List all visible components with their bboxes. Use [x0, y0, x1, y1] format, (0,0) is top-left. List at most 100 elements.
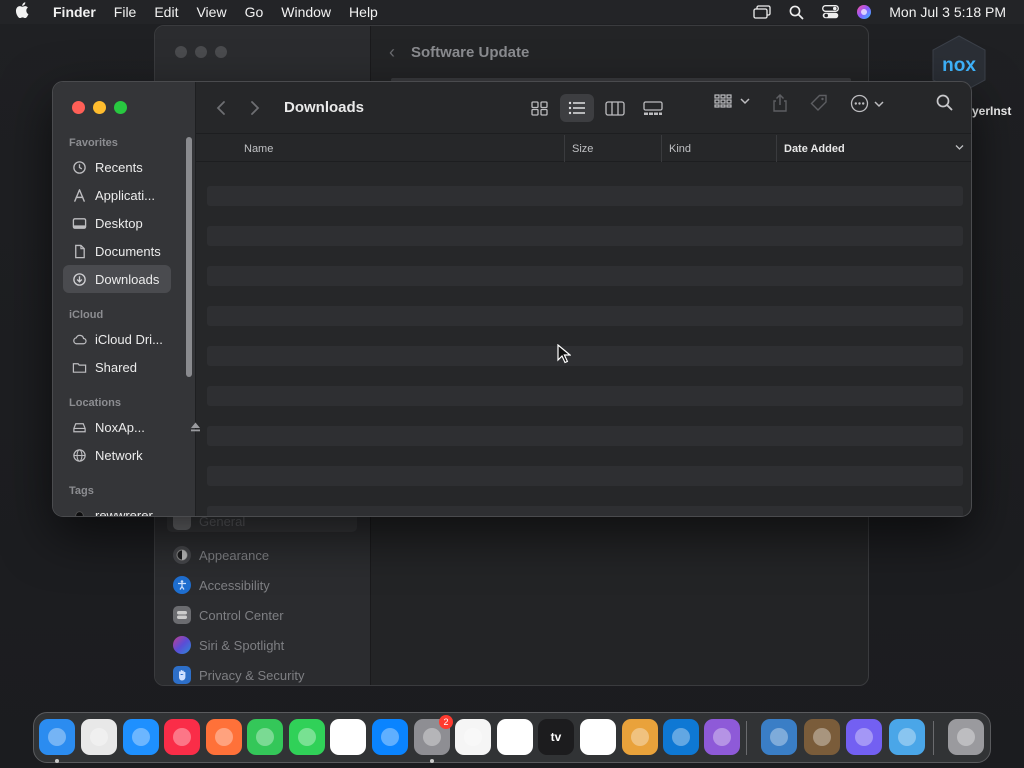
- search-button[interactable]: [936, 94, 953, 111]
- forward-button[interactable]: [238, 94, 272, 122]
- dock-app-firefox[interactable]: [206, 719, 242, 755]
- settings-item-label: Accessibility: [199, 577, 270, 593]
- sidebar-item-network[interactable]: Network: [63, 441, 171, 469]
- sidebar-scrollbar[interactable]: [186, 137, 192, 377]
- settings-item-siri-spotlight[interactable]: Siri & Spotlight: [167, 630, 357, 660]
- shared-folder-icon: [71, 359, 87, 375]
- dock-app-system-settings[interactable]: 2: [414, 715, 453, 755]
- settings-zoom-button[interactable]: [215, 46, 227, 58]
- siri-icon[interactable]: [847, 0, 881, 24]
- menu-view[interactable]: View: [187, 0, 235, 24]
- finder-sidebar: Favorites Recents Applicati... Desktop D…: [53, 82, 200, 516]
- spotlight-search-icon[interactable]: [779, 0, 813, 24]
- column-header-size[interactable]: Size: [564, 135, 593, 162]
- dock-app-trash[interactable]: [948, 719, 984, 755]
- dock-app-viber[interactable]: [846, 719, 882, 755]
- sidebar-item-tag[interactable]: rewwrerer: [63, 501, 171, 516]
- dock-app-visual-studio[interactable]: [704, 719, 740, 755]
- viber-icon: [855, 728, 873, 746]
- settings-minimize-button[interactable]: [195, 46, 207, 58]
- sidebar-item-desktop[interactable]: Desktop: [63, 209, 171, 237]
- sort-descending-chevron-icon: [955, 145, 964, 150]
- menu-file[interactable]: File: [105, 0, 146, 24]
- back-chevron-icon[interactable]: ‹: [389, 42, 395, 63]
- dock-app-finder[interactable]: [39, 719, 75, 755]
- back-button[interactable]: [204, 94, 238, 122]
- column-header-date-added[interactable]: Date Added: [776, 135, 971, 162]
- zoom-button[interactable]: [114, 101, 127, 114]
- empty-row-stripe: [207, 386, 963, 406]
- menu-help[interactable]: Help: [340, 0, 387, 24]
- dock-app-tv[interactable]: tv: [538, 719, 574, 755]
- settings-item-appearance[interactable]: Appearance: [167, 540, 357, 570]
- column-view-button[interactable]: [598, 94, 632, 122]
- dock-app-messages[interactable]: [247, 719, 283, 755]
- dock-app-news[interactable]: [580, 719, 616, 755]
- dock-app-launchpad[interactable]: [81, 719, 117, 755]
- search-icon: [936, 94, 953, 111]
- clock-icon: [506, 728, 524, 746]
- dock-app-virtualbox[interactable]: [761, 719, 797, 755]
- sidebar-item-downloads[interactable]: Downloads: [63, 265, 171, 293]
- settings-item-label: Appearance: [199, 547, 270, 563]
- tag-button[interactable]: [810, 94, 828, 112]
- minimize-button[interactable]: [93, 101, 106, 114]
- dock-app-textedit[interactable]: [455, 719, 491, 755]
- sidebar-item-shared[interactable]: Shared: [63, 353, 171, 381]
- sidebar-item-noxapp-volume[interactable]: NoxAp...: [63, 413, 200, 441]
- dock-app-safari[interactable]: [123, 719, 159, 755]
- cloud-icon: [71, 331, 87, 347]
- share-button[interactable]: [772, 94, 788, 112]
- settings-close-button[interactable]: [175, 46, 187, 58]
- menu-go[interactable]: Go: [236, 0, 273, 24]
- dock-app-facetime[interactable]: [289, 719, 325, 755]
- menu-window[interactable]: Window: [272, 0, 340, 24]
- eject-icon[interactable]: [190, 420, 201, 435]
- virtualbox-icon: [770, 728, 788, 746]
- dock-separator: [746, 721, 747, 755]
- control-center-icon[interactable]: [813, 0, 847, 24]
- dock-app-chrome[interactable]: [330, 719, 366, 755]
- gallery-view-button[interactable]: [636, 94, 670, 122]
- sidebar-item-label: Network: [95, 447, 143, 463]
- trash-icon: [957, 728, 975, 746]
- empty-row-stripe: [207, 426, 963, 446]
- sidebar-item-recents[interactable]: Recents: [63, 153, 171, 181]
- sidebar-section-tags: Tags: [69, 485, 94, 497]
- dock-app-music[interactable]: [164, 719, 200, 755]
- dock-app-installer[interactable]: [804, 719, 840, 755]
- notification-badge: 2: [439, 715, 453, 729]
- column-header-name[interactable]: Name: [237, 135, 273, 162]
- settings-item-control-center[interactable]: Control Center: [167, 600, 357, 630]
- dock-app-vs-code[interactable]: [663, 719, 699, 755]
- dock-app-garageband[interactable]: [622, 719, 658, 755]
- menu-app-name[interactable]: Finder: [44, 0, 105, 24]
- more-actions-button[interactable]: [850, 94, 884, 113]
- close-button[interactable]: [72, 101, 85, 114]
- sidebar-item-documents[interactable]: Documents: [63, 237, 171, 265]
- mouse-pointer-icon: [557, 343, 572, 369]
- control-center-icon: [173, 606, 191, 624]
- column-header-kind[interactable]: Kind: [661, 135, 691, 162]
- screen-mirroring-icon[interactable]: [745, 0, 779, 24]
- menu-edit[interactable]: Edit: [145, 0, 187, 24]
- download-icon: [71, 271, 87, 287]
- menu-bar-clock[interactable]: Mon Jul 3 5:18 PM: [881, 4, 1024, 20]
- settings-item-accessibility[interactable]: Accessibility: [167, 570, 357, 600]
- folder-title: Downloads: [284, 99, 365, 116]
- system-settings-icon: [423, 728, 441, 746]
- dock-app-app-store[interactable]: [372, 719, 408, 755]
- dock-app-clock[interactable]: [497, 719, 533, 755]
- sidebar-item-label: Shared: [95, 359, 137, 375]
- group-by-button[interactable]: [714, 94, 750, 108]
- apple-menu-icon[interactable]: [0, 1, 44, 23]
- view-mode-group: [522, 94, 670, 122]
- dock-app-downloads[interactable]: [889, 719, 925, 755]
- sidebar-item-icloud-drive[interactable]: iCloud Dri...: [63, 325, 171, 353]
- finder-window[interactable]: Favorites Recents Applicati... Desktop D…: [52, 81, 972, 517]
- file-list[interactable]: [207, 186, 963, 516]
- list-view-button[interactable]: [560, 94, 594, 122]
- sidebar-item-applications[interactable]: Applicati...: [63, 181, 171, 209]
- icon-view-button[interactable]: [522, 94, 556, 122]
- settings-item-privacy-security[interactable]: Privacy & Security: [167, 660, 357, 685]
